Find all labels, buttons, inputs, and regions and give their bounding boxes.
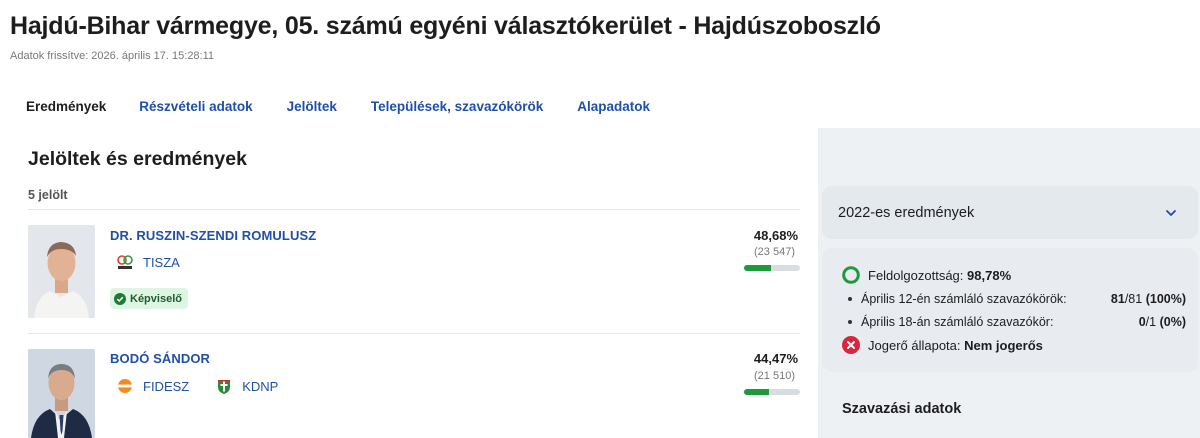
apr18-row: Április 18-án számláló szavazókör: 0/1 (… xyxy=(848,315,1186,329)
party-name: FIDESZ xyxy=(143,378,190,394)
accordion-title: 2022-es eredmények xyxy=(838,205,975,221)
tab-results[interactable]: Eredmények xyxy=(10,85,123,128)
candidate-photo xyxy=(28,225,95,318)
fidesz-logo-icon xyxy=(116,377,134,395)
kdnp-logo-icon xyxy=(215,377,233,395)
page-title: Hajdú-Bihar vármegye, 05. számú egyéni v… xyxy=(10,12,881,40)
vote-count: (23 547) xyxy=(754,246,795,258)
processing-status-card: Feldolgozottság: 98,78% Április 12-én sz… xyxy=(822,248,1198,372)
apr12-label: Április 12-én számláló szavazókörök: xyxy=(861,292,1067,306)
party-kdnp[interactable]: KDNP xyxy=(215,377,278,395)
results-2022-accordion[interactable]: 2022-es eredmények xyxy=(822,186,1198,239)
apr12-value: 81/81 (100%) xyxy=(1110,292,1186,306)
final-label: Jogerő állapota: xyxy=(868,337,961,353)
bullet xyxy=(848,297,852,301)
candidate-name-link[interactable]: DR. RUSZIN-SZENDI ROMULUSZ xyxy=(110,228,316,243)
vote-percent: 44,47% xyxy=(753,351,798,366)
final-status-row: Jogerő állapota: Nem jogerős xyxy=(842,336,1186,354)
vote-count: (21 510) xyxy=(754,370,795,382)
tab-settlements[interactable]: Települések, szavazókörök xyxy=(354,85,560,128)
tab-candidates[interactable]: Jelöltek xyxy=(270,85,354,128)
check-circle-icon xyxy=(114,292,126,305)
apr18-value: 0/1 (0%) xyxy=(1138,315,1186,329)
badge-label: Képviselő xyxy=(130,292,182,305)
apr18-label: Április 18-án számláló szavazókör: xyxy=(861,315,1054,329)
voting-data-title: Szavazási adatok xyxy=(842,401,962,417)
divider xyxy=(28,209,800,210)
chevron-down-icon xyxy=(1166,210,1176,216)
voting-data-card: Szavazási adatok xyxy=(822,380,1198,438)
party-name: TISZA xyxy=(143,254,180,270)
party-fidesz[interactable]: FIDESZ xyxy=(116,377,189,395)
vote-percent: 48,68% xyxy=(753,228,798,243)
bullet xyxy=(848,320,852,324)
status-ok-icon xyxy=(842,266,860,284)
candidate-count: 5 jelölt xyxy=(28,188,68,202)
vote-share-fill xyxy=(744,265,772,271)
section-title: Jelöltek és eredmények xyxy=(28,148,247,170)
tab-turnout[interactable]: Részvételi adatok xyxy=(122,85,269,128)
error-x-icon xyxy=(842,336,860,354)
party-tisza[interactable]: TISZA xyxy=(116,253,180,271)
vote-share-bar xyxy=(744,389,800,395)
tab-basic-data[interactable]: Alapadatok xyxy=(560,85,667,128)
party-list: TISZA xyxy=(116,253,206,271)
party-name: KDNP xyxy=(242,378,279,394)
last-updated-text: Adatok frissítve: 2026. április 17. 15:2… xyxy=(10,50,215,62)
vote-share-bar xyxy=(744,265,800,271)
tab-bar: Eredmények Részvételi adatok Jelöltek Te… xyxy=(10,85,667,128)
divider xyxy=(28,333,800,334)
tisza-logo-icon xyxy=(116,253,134,271)
status-badge: Képviselő xyxy=(110,288,188,309)
processed-label: Feldolgozottság: xyxy=(868,267,964,283)
candidate-name-link[interactable]: BODÓ SÁNDOR xyxy=(110,351,210,366)
apr12-row: Április 12-én számláló szavazókörök: 81/… xyxy=(848,292,1186,306)
vote-share-fill xyxy=(744,389,769,395)
party-list: FIDESZ KDNP xyxy=(116,377,304,395)
candidate-photo xyxy=(28,349,95,438)
processed-row: Feldolgozottság: 98,78% xyxy=(842,266,1186,284)
final-value: Nem jogerős xyxy=(964,337,1043,353)
processed-value: 98,78% xyxy=(967,267,1012,283)
